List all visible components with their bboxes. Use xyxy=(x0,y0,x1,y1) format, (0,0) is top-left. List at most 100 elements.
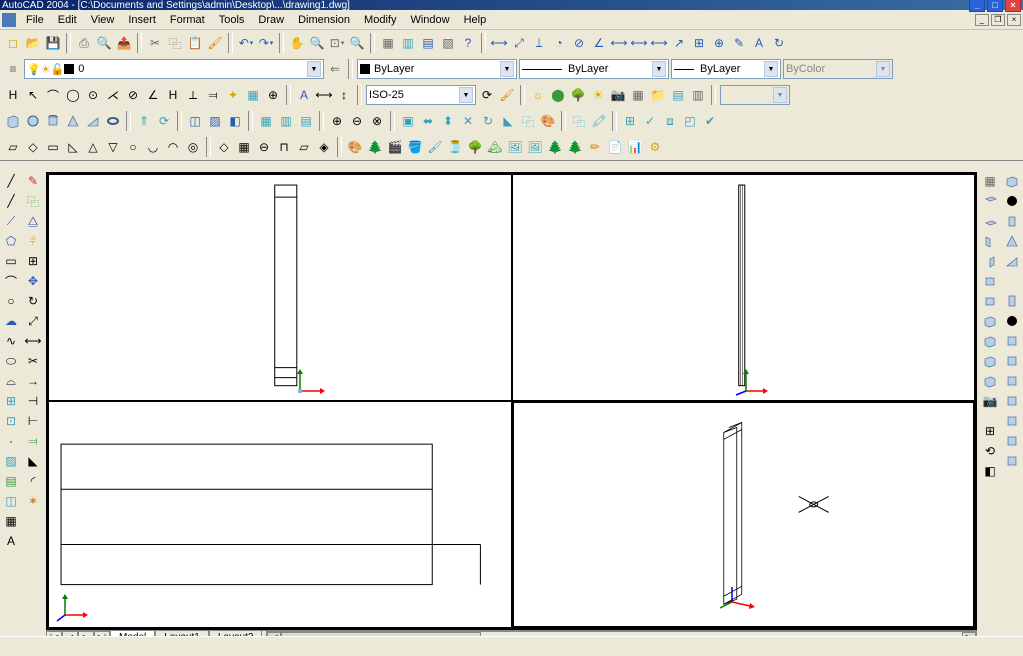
dim-continue-icon[interactable]: ⟷ xyxy=(650,34,668,52)
menu-format[interactable]: Format xyxy=(164,12,211,28)
layer-prev-icon[interactable]: ⇐ xyxy=(326,60,344,78)
dim-tedit-icon[interactable]: A xyxy=(750,34,768,52)
gradient-icon[interactable]: ▤ xyxy=(2,472,20,490)
intersect-icon[interactable]: ⊗ xyxy=(368,112,386,130)
brush-icon[interactable]: 🖌 xyxy=(426,138,444,156)
edit-land-icon[interactable]: ✏ xyxy=(586,138,604,156)
ucs-face-icon[interactable]: ◧ xyxy=(981,462,999,480)
color-face-icon[interactable]: 🎨 xyxy=(539,112,557,130)
menu-draw[interactable]: Draw xyxy=(252,12,290,28)
section-solid-icon[interactable] xyxy=(1003,352,1021,370)
menu-modify[interactable]: Modify xyxy=(358,12,402,28)
dimstyle-combo[interactable]: ISO-25 ▼ xyxy=(366,85,476,105)
dim-edit-icon[interactable]: ✎ xyxy=(730,34,748,52)
preview-icon[interactable]: 🔍 xyxy=(95,34,113,52)
dim-br-icon[interactable]: ▦ xyxy=(244,86,262,104)
tolerance-icon[interactable]: ⊞ xyxy=(690,34,708,52)
render-icon[interactable]: ⬤ xyxy=(549,86,567,104)
pine-icon[interactable]: 🌲 xyxy=(546,138,564,156)
arc-icon[interactable]: ⌒ xyxy=(2,272,20,290)
right-view-icon[interactable] xyxy=(981,252,999,270)
mountain-icon[interactable]: 🏔 xyxy=(486,138,504,156)
union-icon[interactable]: ⊕ xyxy=(328,112,346,130)
pyramid-icon[interactable]: △ xyxy=(84,138,102,156)
dim-jog-icon[interactable]: ⋌ xyxy=(104,86,122,104)
toolpalette-icon[interactable]: ▤ xyxy=(419,34,437,52)
table-icon[interactable]: ▦ xyxy=(2,512,20,530)
slice-solid-icon[interactable] xyxy=(1003,332,1021,350)
ucs-world-icon[interactable]: ⊞ xyxy=(981,422,999,440)
se-iso-icon[interactable] xyxy=(981,332,999,350)
move-icon[interactable]: ✥ xyxy=(24,272,42,290)
make-block-icon[interactable]: ⊡ xyxy=(2,412,20,430)
menu-help[interactable]: Help xyxy=(458,12,493,28)
designcenter-icon[interactable]: ▥ xyxy=(399,34,417,52)
menu-dimension[interactable]: Dimension xyxy=(292,12,356,28)
dim-cont-icon[interactable]: ⫤ xyxy=(204,86,222,104)
save-icon[interactable]: 💾 xyxy=(44,34,62,52)
bush-icon[interactable]: 🌳 xyxy=(466,138,484,156)
solid-edit-icon[interactable] xyxy=(1003,392,1021,410)
insert-block-icon[interactable]: ⊞ xyxy=(2,392,20,410)
named-views-icon[interactable]: ▦ xyxy=(981,172,999,190)
sphere-icon[interactable] xyxy=(24,112,42,130)
offset-face-icon[interactable]: ⬍ xyxy=(439,112,457,130)
color-combo[interactable]: ByLayer ▼ xyxy=(357,59,517,79)
extrude-solid-icon[interactable] xyxy=(1003,292,1021,310)
help-icon[interactable]: ? xyxy=(459,34,477,52)
section-icon[interactable]: ▨ xyxy=(206,112,224,130)
stretch-icon[interactable]: ⟷ xyxy=(24,332,42,350)
light-icon[interactable]: ☀ xyxy=(589,86,607,104)
menu-file[interactable]: File xyxy=(20,12,50,28)
new-icon[interactable]: ◻ xyxy=(4,34,22,52)
center-mark-icon[interactable]: ⊕ xyxy=(710,34,728,52)
hatch-icon[interactable]: ▨ xyxy=(2,452,20,470)
dropdown-arrow-icon[interactable]: ▼ xyxy=(764,61,778,77)
chamfer-icon[interactable]: ◣ xyxy=(24,452,42,470)
circle-icon[interactable]: ○ xyxy=(2,292,20,310)
dim-arc-icon[interactable]: ⌒ xyxy=(44,86,62,104)
paste-icon[interactable]: 📋 xyxy=(186,34,204,52)
dim-rad-icon[interactable]: ⊙ xyxy=(84,86,102,104)
pref-icon[interactable]: ⚙ xyxy=(646,138,664,156)
dish-icon[interactable]: ◠ xyxy=(164,138,182,156)
properties-icon[interactable]: ▦ xyxy=(379,34,397,52)
dim-dia-icon[interactable]: ⊘ xyxy=(124,86,142,104)
trim-icon[interactable]: ✂ xyxy=(24,352,42,370)
tree-icon[interactable]: 🌲 xyxy=(366,138,384,156)
delete-face-icon[interactable]: ✕ xyxy=(459,112,477,130)
cone-surf-icon[interactable]: ▽ xyxy=(104,138,122,156)
material-icon[interactable]: 📷 xyxy=(609,86,627,104)
viewport-top-right[interactable] xyxy=(512,174,976,401)
doc-minimize-button[interactable]: _ xyxy=(975,14,989,26)
interfere-solid-icon[interactable] xyxy=(1003,372,1021,390)
dim-ordinate-icon[interactable]: ⟘ xyxy=(530,34,548,52)
menu-view[interactable]: View xyxy=(85,12,121,28)
torus-solid-icon[interactable] xyxy=(1003,272,1021,290)
erase-icon[interactable]: ✎ xyxy=(24,172,42,190)
dim-angular-icon[interactable]: ∠ xyxy=(590,34,608,52)
setup-d-icon[interactable] xyxy=(1003,412,1021,430)
edgesurf-icon[interactable]: ◈ xyxy=(315,138,333,156)
print-icon[interactable]: ⎙ xyxy=(75,34,93,52)
bottom-view-icon[interactable] xyxy=(981,212,999,230)
cut-icon[interactable]: ✂ xyxy=(146,34,164,52)
menu-insert[interactable]: Insert xyxy=(122,12,162,28)
rotate-face-icon[interactable]: ↻ xyxy=(479,112,497,130)
render-teapot-icon[interactable]: 🎨 xyxy=(346,138,364,156)
taper-face-icon[interactable]: ◣ xyxy=(499,112,517,130)
point-icon[interactable]: · xyxy=(2,432,20,450)
cone-solid-icon[interactable] xyxy=(1003,232,1021,250)
bg-pic-icon[interactable]: 🖼 xyxy=(506,138,524,156)
viewport-bottom-left[interactable] xyxy=(48,401,512,628)
clapboard-icon[interactable]: 🎬 xyxy=(386,138,404,156)
lineweight-combo[interactable]: ByLayer ▼ xyxy=(671,59,781,79)
pine2-icon[interactable]: 🌲 xyxy=(566,138,584,156)
pot-icon[interactable]: 🫙 xyxy=(446,138,464,156)
dim-jl-icon[interactable]: ⟷ xyxy=(315,86,333,104)
dropdown-arrow-icon[interactable]: ▼ xyxy=(773,87,787,103)
setup-draw-icon[interactable]: ▦ xyxy=(257,112,275,130)
copy-obj-icon[interactable]: ⿻ xyxy=(24,192,42,210)
ellipse-icon[interactable]: ⬭ xyxy=(2,352,20,370)
dim-aligned-icon[interactable]: ⤢ xyxy=(510,34,528,52)
